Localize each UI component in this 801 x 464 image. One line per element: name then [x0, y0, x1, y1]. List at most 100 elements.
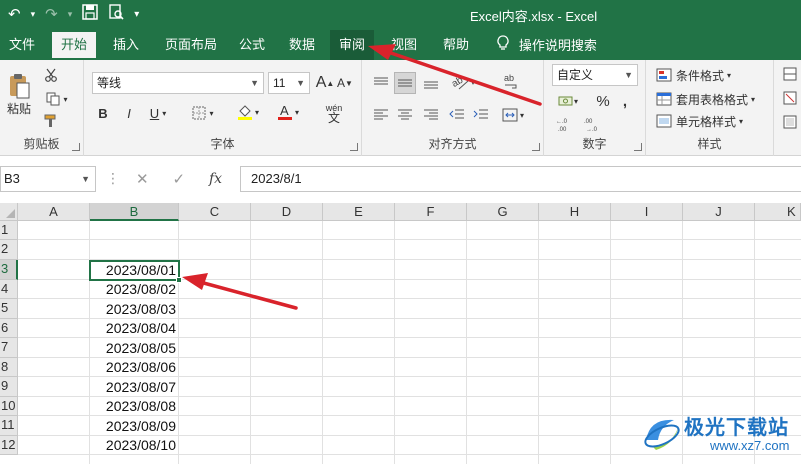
insert-cells-icon[interactable] — [782, 66, 798, 82]
underline-button[interactable]: U ▾ — [144, 102, 172, 124]
undo-icon[interactable]: ↶ — [8, 5, 21, 23]
cell-b9[interactable]: 2023/08/07 — [90, 378, 179, 397]
column-header-d[interactable]: D — [251, 203, 323, 221]
tab-insert[interactable]: 插入 — [104, 30, 148, 60]
tab-page-layout[interactable]: 页面布局 — [156, 30, 226, 60]
align-left-icon[interactable] — [370, 104, 392, 126]
tab-formulas[interactable]: 公式 — [230, 30, 274, 60]
increase-indent-icon[interactable] — [470, 104, 492, 126]
cell-b10[interactable]: 2023/08/08 — [90, 397, 179, 416]
conditional-formatting-icon — [656, 68, 672, 82]
tab-file[interactable]: 文件 — [0, 30, 44, 60]
shrink-font-button[interactable]: A ▼ — [336, 72, 354, 94]
clipboard-launcher-icon[interactable] — [72, 143, 80, 151]
name-box[interactable]: B3 ▼ — [0, 166, 96, 192]
cell-b11[interactable]: 2023/08/09 — [90, 417, 179, 436]
cell-b4[interactable]: 2023/08/02 — [90, 280, 179, 299]
number-format-select[interactable]: 自定义 ▼ — [552, 64, 638, 86]
column-header-j[interactable]: J — [683, 203, 755, 221]
align-bottom-icon[interactable] — [420, 72, 442, 94]
row-header-9[interactable]: 9 — [0, 377, 18, 397]
tab-review[interactable]: 审阅 — [330, 30, 375, 60]
row-header-5[interactable]: 5 — [0, 299, 18, 319]
align-center-icon[interactable] — [394, 104, 416, 126]
bold-button[interactable]: B — [94, 102, 112, 124]
tab-home[interactable]: 开始 — [52, 32, 97, 60]
row-header-6[interactable]: 6 — [0, 319, 18, 338]
row-header-12[interactable]: 12 — [0, 436, 18, 455]
paste-button[interactable]: 粘贴 — [4, 66, 34, 122]
row-header-4[interactable]: 4 — [0, 280, 18, 299]
cut-icon[interactable] — [42, 66, 60, 84]
alignment-launcher-icon[interactable] — [532, 143, 540, 151]
print-preview-icon[interactable] — [108, 4, 124, 24]
format-cells-icon[interactable] — [782, 114, 798, 130]
format-as-table-button[interactable]: 套用表格格式 ▾ — [656, 88, 755, 110]
number-launcher-icon[interactable] — [634, 143, 642, 151]
wrap-text-icon[interactable]: ab — [500, 70, 522, 94]
redo-icon[interactable]: ↷ — [45, 5, 58, 23]
row-header-2[interactable]: 2 — [0, 240, 18, 260]
column-header-i[interactable]: I — [611, 203, 683, 221]
orientation-icon[interactable]: ab ▾ — [448, 70, 478, 94]
formula-input[interactable]: 2023/8/1 — [240, 166, 801, 192]
cell-b6[interactable]: 2023/08/04 — [90, 319, 179, 338]
cell-styles-button[interactable]: 单元格样式 ▾ — [656, 110, 743, 132]
cell-b8[interactable]: 2023/08/06 — [90, 358, 179, 377]
enter-icon[interactable]: ✓ — [172, 170, 185, 188]
row-header-11[interactable]: 11 — [0, 416, 18, 436]
phonetic-guide-button[interactable]: wén 文 — [318, 100, 350, 126]
row-header-7[interactable]: 7 — [0, 338, 18, 358]
row-header-1[interactable]: 1 — [0, 221, 18, 240]
select-all-button[interactable] — [0, 203, 18, 221]
undo-dropdown-icon[interactable]: ▾ — [31, 9, 36, 20]
row-header-8[interactable]: 8 — [0, 358, 18, 377]
font-launcher-icon[interactable] — [350, 143, 358, 151]
copy-icon[interactable]: ▾ — [42, 90, 72, 108]
drag-handle-icon[interactable]: ⋮ — [106, 170, 120, 187]
cell-b7[interactable]: 2023/08/05 — [90, 339, 179, 358]
column-header-b[interactable]: B — [90, 203, 179, 221]
column-header-k[interactable]: K — [755, 203, 801, 221]
tab-data[interactable]: 数据 — [280, 30, 324, 60]
tab-help[interactable]: 帮助 — [434, 30, 478, 60]
cancel-icon[interactable]: ✕ — [136, 170, 149, 188]
column-header-f[interactable]: F — [395, 203, 467, 221]
align-right-icon[interactable] — [420, 104, 442, 126]
row-header-10[interactable]: 10 — [0, 397, 18, 416]
grow-font-button[interactable]: A ▲ — [316, 72, 335, 94]
customize-qat-icon[interactable]: ▾ — [134, 9, 139, 20]
row-header-3[interactable]: 3 — [0, 260, 18, 280]
format-painter-icon[interactable] — [42, 112, 60, 130]
cell-b5[interactable]: 2023/08/03 — [90, 300, 179, 319]
delete-cells-icon[interactable] — [782, 90, 798, 106]
save-icon[interactable] — [82, 4, 98, 24]
fill-color-button[interactable]: ▾ — [232, 100, 264, 124]
cell-b12[interactable]: 2023/08/10 — [90, 436, 179, 455]
decrease-decimal-icon[interactable]: .00 →.0 — [582, 114, 604, 134]
font-color-button[interactable]: A ▾ — [272, 100, 304, 124]
fill-handle[interactable] — [176, 277, 182, 283]
font-size-select[interactable]: 11 ▼ — [268, 72, 310, 94]
decrease-indent-icon[interactable] — [446, 104, 468, 126]
borders-button[interactable]: ▾ — [188, 102, 218, 124]
redo-dropdown-icon[interactable]: ▾ — [68, 9, 73, 20]
column-header-g[interactable]: G — [467, 203, 539, 221]
percent-button[interactable]: % — [594, 90, 612, 112]
column-header-e[interactable]: E — [323, 203, 395, 221]
font-name-select[interactable]: 等线 ▼ — [92, 72, 264, 94]
insert-function-icon[interactable]: fx — [209, 171, 222, 187]
accounting-format-icon[interactable]: ▾ — [554, 90, 582, 112]
column-header-a[interactable]: A — [18, 203, 90, 221]
align-top-icon[interactable] — [370, 72, 392, 94]
tell-me-search[interactable]: 操作说明搜索 — [488, 30, 606, 60]
merge-center-icon[interactable]: ▾ — [498, 104, 528, 126]
align-middle-icon[interactable] — [394, 72, 416, 94]
tab-view[interactable]: 视图 — [382, 30, 426, 60]
column-header-c[interactable]: C — [179, 203, 251, 221]
increase-decimal-icon[interactable]: ←.0.00 — [554, 114, 576, 134]
comma-button[interactable]: , — [618, 90, 632, 112]
column-header-h[interactable]: H — [539, 203, 611, 221]
italic-button[interactable]: I — [120, 102, 138, 124]
conditional-formatting-button[interactable]: 条件格式 ▾ — [656, 64, 731, 86]
